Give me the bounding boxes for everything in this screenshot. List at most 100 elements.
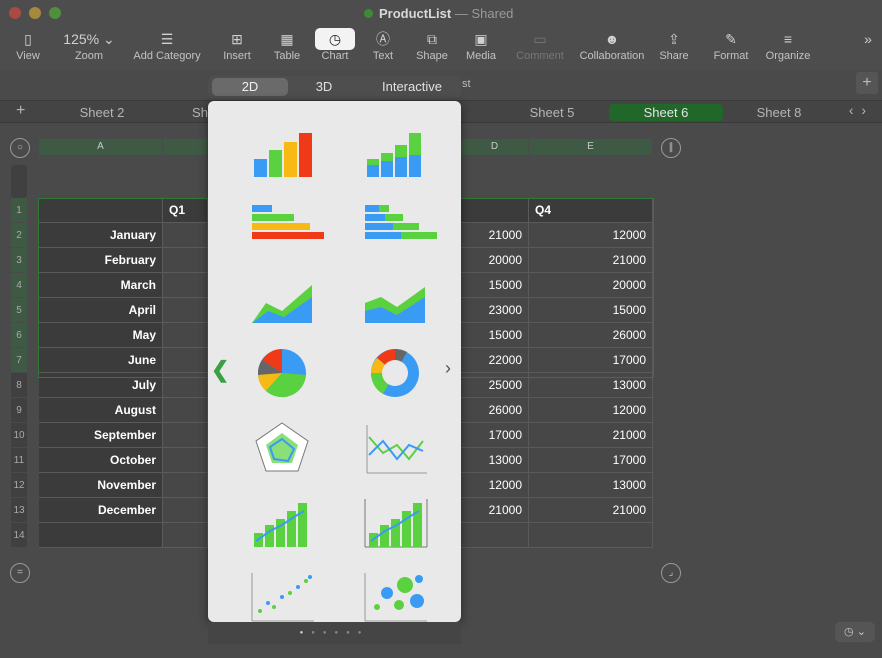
two-axis-chart-option[interactable] xyxy=(353,489,437,553)
mode-2d-button[interactable]: 2D xyxy=(212,78,288,96)
q1-cell[interactable] xyxy=(163,298,208,323)
row-number[interactable]: 12 xyxy=(11,473,27,498)
row-number[interactable]: 2 xyxy=(11,223,27,248)
insert-button[interactable]: ⊞ Insert xyxy=(219,28,255,62)
page-dot[interactable]: ● xyxy=(311,630,323,636)
row-number[interactable]: 14 xyxy=(11,523,27,548)
column-header-b[interactable] xyxy=(163,139,208,155)
area-chart-option[interactable] xyxy=(240,267,324,331)
tab-sheet-5[interactable]: Sheet 5 xyxy=(510,104,594,121)
column-header-d[interactable]: D xyxy=(461,139,529,155)
tab-sheet-8[interactable]: Sheet 8 xyxy=(737,104,821,121)
page-dot[interactable]: ● xyxy=(335,630,347,636)
select-table-button[interactable]: ○ xyxy=(10,138,30,158)
text-button[interactable]: Ⓐ Text xyxy=(366,28,400,62)
page-dot[interactable]: ● xyxy=(323,630,335,636)
month-cell[interactable]: September xyxy=(39,423,163,448)
row-number[interactable]: 8 xyxy=(11,373,27,398)
q4-header-cell[interactable]: Q4 xyxy=(529,198,653,223)
previous-page-button[interactable]: ❮ xyxy=(211,357,229,383)
row-number[interactable]: 9 xyxy=(11,398,27,423)
q4-value-cell[interactable]: 13000 xyxy=(529,473,653,498)
month-cell[interactable]: February xyxy=(39,248,163,273)
q4-value-cell[interactable]: 20000 xyxy=(529,273,653,298)
row-number[interactable]: 11 xyxy=(11,448,27,473)
add-column-handle[interactable]: ∥ xyxy=(661,138,681,158)
q3-value-cell[interactable] xyxy=(461,523,529,548)
q4-value-cell[interactable]: 21000 xyxy=(529,248,653,273)
row-number[interactable]: 13 xyxy=(11,498,27,523)
q3-value-cell[interactable] xyxy=(461,198,529,223)
more-toolbar-button[interactable]: » xyxy=(856,28,880,50)
q3-value-cell[interactable]: 15000 xyxy=(461,273,529,298)
month-cell[interactable]: December xyxy=(39,498,163,523)
month-cell[interactable]: July xyxy=(39,373,163,398)
q4-value-cell[interactable]: 17000 xyxy=(529,348,653,373)
q3-value-cell[interactable]: 25000 xyxy=(461,373,529,398)
q1-cell[interactable] xyxy=(163,273,208,298)
column-header-e[interactable]: E xyxy=(529,139,653,155)
add-category-button[interactable]: ☰ Add Category xyxy=(128,28,206,62)
media-button[interactable]: ▣ Media xyxy=(462,28,500,62)
bubble-chart-option[interactable] xyxy=(353,563,437,622)
month-cell[interactable]: June xyxy=(39,348,163,373)
minimize-window-button[interactable] xyxy=(29,7,41,19)
q3-value-cell[interactable]: 15000 xyxy=(461,323,529,348)
row-number[interactable]: 1 xyxy=(11,198,27,223)
month-cell[interactable]: October xyxy=(39,448,163,473)
row-number[interactable]: 4 xyxy=(11,273,27,298)
q3-value-cell[interactable]: 23000 xyxy=(461,298,529,323)
comment-button[interactable]: ▭ Comment xyxy=(512,28,568,62)
month-cell[interactable]: May xyxy=(39,323,163,348)
page-dot[interactable]: ● xyxy=(358,630,370,636)
add-sheet-button[interactable]: + xyxy=(16,102,25,120)
stacked-column-chart-option[interactable] xyxy=(353,119,437,183)
q4-value-cell[interactable]: 26000 xyxy=(529,323,653,348)
close-window-button[interactable] xyxy=(9,7,21,19)
add-chart-control[interactable]: ◷ ⌄ xyxy=(835,622,875,642)
q4-value-cell[interactable]: 13000 xyxy=(529,373,653,398)
zoom-button[interactable]: 125% ⌄ Zoom xyxy=(60,28,118,62)
radar-chart-option[interactable] xyxy=(240,415,324,479)
month-cell[interactable] xyxy=(39,198,163,223)
collaboration-button[interactable]: ☻ Collaboration xyxy=(576,28,648,62)
q1-cell[interactable] xyxy=(163,473,208,498)
tab-sheet-2[interactable]: Sheet 2 xyxy=(60,104,144,121)
stacked-area-chart-option[interactable] xyxy=(353,267,437,331)
q1-cell[interactable] xyxy=(163,423,208,448)
column-chart-option[interactable] xyxy=(240,119,324,183)
row-number[interactable]: 5 xyxy=(11,298,27,323)
page-dot[interactable]: ● xyxy=(346,630,358,636)
mixed-chart-option[interactable] xyxy=(240,489,324,553)
month-cell[interactable]: April xyxy=(39,298,163,323)
q3-value-cell[interactable]: 26000 xyxy=(461,398,529,423)
table-button[interactable]: ▦ Table xyxy=(270,28,304,62)
view-button[interactable]: ▯ View xyxy=(10,28,46,62)
q1-cell[interactable] xyxy=(163,223,208,248)
q3-value-cell[interactable]: 20000 xyxy=(461,248,529,273)
sheet-nav-arrows[interactable]: ‹ › xyxy=(849,102,866,118)
row-number[interactable]: 3 xyxy=(11,248,27,273)
q1-cell[interactable] xyxy=(163,398,208,423)
scatter-chart-option[interactable] xyxy=(240,563,324,622)
mode-interactive-button[interactable]: Interactive xyxy=(366,78,458,96)
format-button[interactable]: ✎ Format xyxy=(710,28,752,62)
q4-value-cell[interactable]: 21000 xyxy=(529,498,653,523)
q3-value-cell[interactable]: 21000 xyxy=(461,223,529,248)
chart-button[interactable]: ◷ Chart xyxy=(314,28,356,62)
column-header-a[interactable]: A xyxy=(39,139,163,155)
month-cell[interactable]: March xyxy=(39,273,163,298)
share-button[interactable]: ⇪ Share xyxy=(656,28,692,62)
zoom-window-button[interactable] xyxy=(49,7,61,19)
month-cell[interactable]: November xyxy=(39,473,163,498)
row-number[interactable]: 6 xyxy=(11,323,27,348)
q4-value-cell[interactable]: 21000 xyxy=(529,423,653,448)
q4-value-cell[interactable]: 12000 xyxy=(529,223,653,248)
q1-cell[interactable] xyxy=(163,348,208,373)
resize-table-handle[interactable]: ⌟ xyxy=(661,563,681,583)
page-indicator[interactable]: ●●●●●● xyxy=(208,622,461,644)
month-cell[interactable]: August xyxy=(39,398,163,423)
q4-value-cell[interactable] xyxy=(529,523,653,548)
q1-header-cell[interactable]: Q1 xyxy=(163,198,208,223)
q1-cell[interactable] xyxy=(163,248,208,273)
